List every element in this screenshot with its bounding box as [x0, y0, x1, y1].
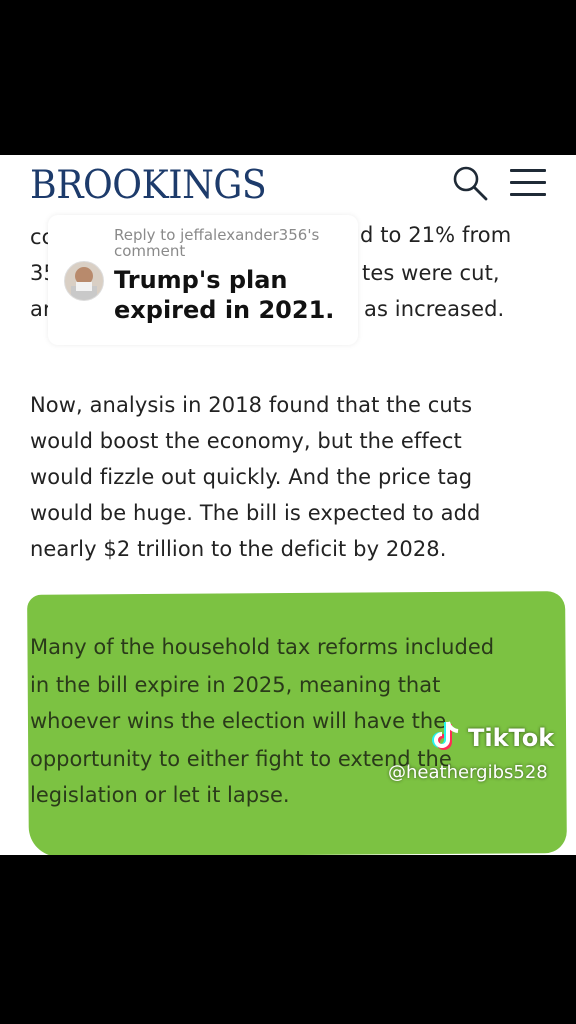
- paragraph-2-line-2: would boost the economy, but the effect: [30, 429, 462, 453]
- paragraph-2-line-3: would fizzle out quickly. And the price …: [30, 465, 473, 489]
- paragraph-3-line-2: in the bill expire in 2025, meaning that: [30, 673, 441, 697]
- reply-text: Trump's plan expired in 2021.: [114, 266, 335, 324]
- reply-comment-overlay[interactable]: Reply to jeffalexander356's comment Trum…: [48, 215, 358, 345]
- tiktok-logo-icon: [432, 721, 459, 750]
- search-icon[interactable]: [452, 165, 488, 201]
- visible-line-2: tes were cut,: [362, 261, 500, 285]
- reply-label: Reply to jeffalexander356's comment: [114, 226, 320, 260]
- paragraph-2-line-1: Now, analysis in 2018 found that the cut…: [30, 393, 473, 417]
- commenter-avatar: [64, 261, 104, 301]
- visible-line-3: as increased.: [364, 297, 505, 321]
- site-header: BROOKINGS: [0, 155, 576, 215]
- paragraph-3-line-5: legislation or let it lapse.: [30, 783, 290, 807]
- paragraph-2-line-5: nearly $2 trillion to the deficit by 202…: [30, 537, 447, 561]
- paragraph-2-line-4: would be huge. The bill is expected to a…: [30, 501, 481, 525]
- brookings-logo[interactable]: BROOKINGS: [30, 163, 267, 208]
- paragraph-3-line-3: whoever wins the election will have the: [30, 709, 447, 733]
- paragraph-3-line-1: Many of the household tax reforms includ…: [30, 635, 495, 659]
- visible-line-1: d to 21% from: [360, 223, 512, 247]
- tiktok-username: @heathergibs528: [388, 762, 548, 783]
- tiktok-watermark: TikTok: [468, 724, 555, 752]
- hamburger-menu-icon[interactable]: [510, 169, 548, 197]
